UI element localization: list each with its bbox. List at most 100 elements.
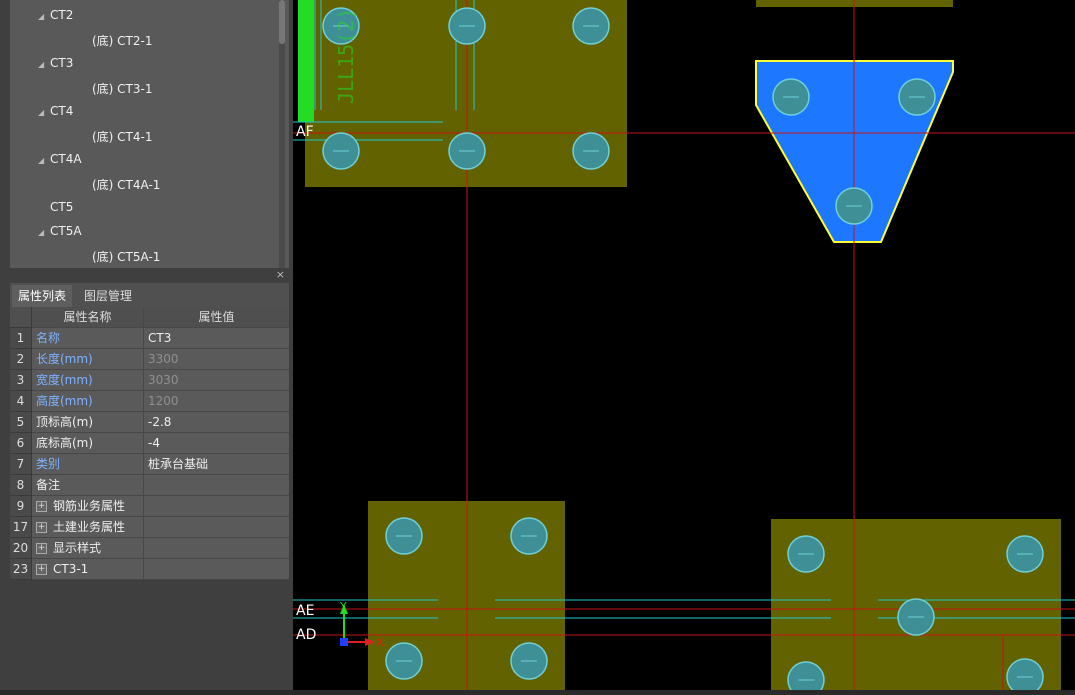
property-value[interactable]	[144, 475, 289, 496]
property-row[interactable]: 7 类别 桩承台基础	[10, 454, 289, 475]
tree-leaf-item[interactable]: (底) CT2-1	[80, 32, 153, 49]
left-panel: ◢ CT2 (底) CT2-1 ◢ CT3 (底) CT3-1 ◢ CT4 (底) CT4-1 ◢…	[0, 0, 293, 695]
ucs-y-label[interactable]: Y	[339, 600, 347, 613]
property-value[interactable]	[144, 538, 289, 559]
tree-item-label: (底) CT4A-1	[92, 178, 161, 192]
tree-item-label: CT4A	[50, 152, 82, 166]
property-value[interactable]	[144, 559, 289, 580]
row-number: 4	[10, 391, 32, 412]
property-value[interactable]	[144, 496, 289, 517]
tree-scrollbar-thumb[interactable]	[279, 0, 285, 44]
component-tree: ◢ CT2 (底) CT2-1 ◢ CT3 (底) CT3-1 ◢ CT4 (底) CT4-1 ◢…	[10, 0, 289, 268]
property-row[interactable]: 20 + 显示样式	[10, 538, 289, 559]
property-name: 底标高(m)	[32, 433, 144, 454]
row-number: 20	[10, 538, 32, 559]
property-value[interactable]: 桩承台基础	[144, 454, 289, 475]
property-name-text: 名称	[36, 331, 61, 345]
row-number: 5	[10, 412, 32, 433]
expand-plus-icon[interactable]: +	[36, 564, 47, 575]
header-name: 属性名称	[32, 307, 144, 328]
panel-splitter[interactable]: ×	[10, 268, 289, 282]
tree-leaf-item[interactable]: (底) CT4A-1	[80, 176, 160, 193]
property-row[interactable]: 8 备注	[10, 475, 289, 496]
axis-label-ae: AE	[296, 603, 315, 619]
row-number: 17	[10, 517, 32, 538]
row-number: 8	[10, 475, 32, 496]
tree-item-label: CT3	[50, 56, 74, 70]
tree-leaf-item[interactable]: (底) CT4-1	[80, 128, 153, 145]
tree-item-label: (底) CT2-1	[92, 34, 153, 48]
property-row[interactable]: 6 底标高(m) -4	[10, 433, 289, 454]
property-row[interactable]: 17 + 土建业务属性	[10, 517, 289, 538]
expand-plus-icon[interactable]: +	[36, 522, 47, 533]
property-name: 名称	[32, 328, 144, 349]
expand-arrow-icon[interactable]: ◢	[38, 156, 50, 165]
property-value[interactable]: 3030	[144, 370, 289, 391]
expand-arrow-icon[interactable]: ◢	[38, 228, 50, 237]
property-name: + CT3-1	[32, 559, 144, 580]
tree-item-label: (底) CT4-1	[92, 130, 153, 144]
beam-annotation-text[interactable]: JLL15(2) C8@200(2) B3C16;T3C	[334, 0, 358, 104]
property-name-text: 钢筋业务属性	[53, 499, 126, 513]
property-value[interactable]: 3300	[144, 349, 289, 370]
tree-group-item[interactable]: ◢ CT4A	[38, 152, 82, 166]
property-row[interactable]: 5 顶标高(m) -2.8	[10, 412, 289, 433]
property-row[interactable]: 9 + 钢筋业务属性	[10, 496, 289, 517]
property-name: + 显示样式	[32, 538, 144, 559]
expand-plus-icon[interactable]: +	[36, 501, 47, 512]
drawing-canvas[interactable]: JLL15(2) C8@200(2) B3C16;T3C Y X AF AE AD	[293, 0, 1075, 695]
property-row[interactable]: 4 高度(mm) 1200	[10, 391, 289, 412]
status-strip	[0, 690, 1075, 695]
property-row[interactable]: 23 + CT3-1	[10, 559, 289, 580]
row-number: 7	[10, 454, 32, 475]
cad-drawing[interactable]: JLL15(2) C8@200(2) B3C16;T3C Y X	[293, 0, 1075, 695]
close-panel-button[interactable]: ×	[276, 268, 285, 282]
axis-label-af: AF	[296, 124, 314, 140]
property-name-text: 类别	[36, 457, 61, 471]
axis-label-ad: AD	[296, 627, 317, 643]
property-name-text: 土建业务属性	[53, 520, 126, 534]
property-value[interactable]: -2.8	[144, 412, 289, 433]
tab-property-list[interactable]: 属性列表	[12, 285, 73, 307]
tree-group-item[interactable]: ◢ CT3	[38, 56, 73, 70]
ucs-origin-icon[interactable]	[340, 638, 348, 646]
property-name: 宽度(mm)	[32, 370, 144, 391]
tree-scrollbar[interactable]	[279, 0, 285, 268]
property-name-text: 顶标高(m)	[36, 415, 94, 429]
row-number: 23	[10, 559, 32, 580]
property-value[interactable]: CT3	[144, 328, 289, 349]
property-value[interactable]	[144, 517, 289, 538]
property-name-text: 备注	[36, 478, 61, 492]
expand-arrow-icon[interactable]: ◢	[38, 12, 50, 21]
tree-item-label: (底) CT5A-1	[92, 250, 161, 264]
ucs-x-label[interactable]: X	[376, 636, 384, 649]
tree-leaf-item[interactable]: (底) CT3-1	[80, 80, 153, 97]
property-name: 顶标高(m)	[32, 412, 144, 433]
wall-strip[interactable]	[298, 0, 314, 122]
tree-group-item[interactable]: CT5	[38, 200, 73, 214]
property-name: 高度(mm)	[32, 391, 144, 412]
property-name-text: 高度(mm)	[36, 394, 93, 408]
tree-item-label: CT2	[50, 8, 74, 22]
property-value[interactable]: 1200	[144, 391, 289, 412]
tree-item-label: CT5A	[50, 224, 82, 238]
panel-tabs: 属性列表 图层管理	[10, 283, 289, 307]
tree-group-item[interactable]: ◢ CT4	[38, 104, 73, 118]
property-row[interactable]: 3 宽度(mm) 3030	[10, 370, 289, 391]
property-value[interactable]: -4	[144, 433, 289, 454]
expand-plus-icon[interactable]: +	[36, 543, 47, 554]
tab-layer-management[interactable]: 图层管理	[78, 285, 138, 307]
row-number: 3	[10, 370, 32, 391]
property-name-text: 显示样式	[53, 541, 102, 555]
tree-group-item[interactable]: ◢ CT2	[38, 8, 73, 22]
property-name: + 土建业务属性	[32, 517, 144, 538]
tree-item-label: CT4	[50, 104, 74, 118]
grid-header: 属性名称 属性值	[10, 307, 289, 328]
row-number: 9	[10, 496, 32, 517]
expand-arrow-icon[interactable]: ◢	[38, 108, 50, 117]
expand-arrow-icon[interactable]: ◢	[38, 60, 50, 69]
property-row[interactable]: 1 名称 CT3	[10, 328, 289, 349]
tree-leaf-item[interactable]: (底) CT5A-1	[80, 248, 160, 265]
tree-group-item[interactable]: ◢ CT5A	[38, 224, 82, 238]
property-row[interactable]: 2 长度(mm) 3300	[10, 349, 289, 370]
